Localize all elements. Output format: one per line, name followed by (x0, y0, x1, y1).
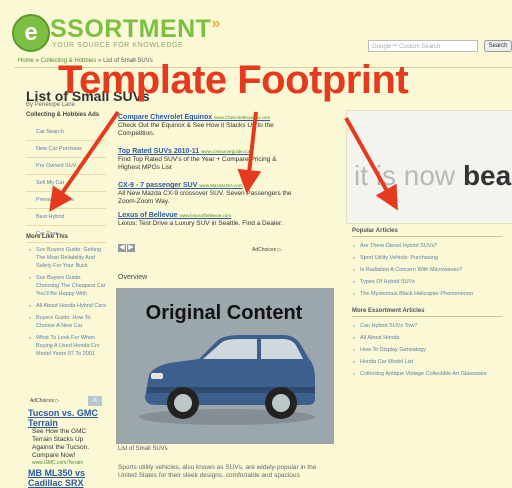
arrow-center-icon (237, 111, 262, 194)
arrow-right-icon (344, 117, 398, 211)
arrow-left-icon (49, 110, 120, 212)
template-footprint-label: Template Footprint (58, 58, 409, 102)
